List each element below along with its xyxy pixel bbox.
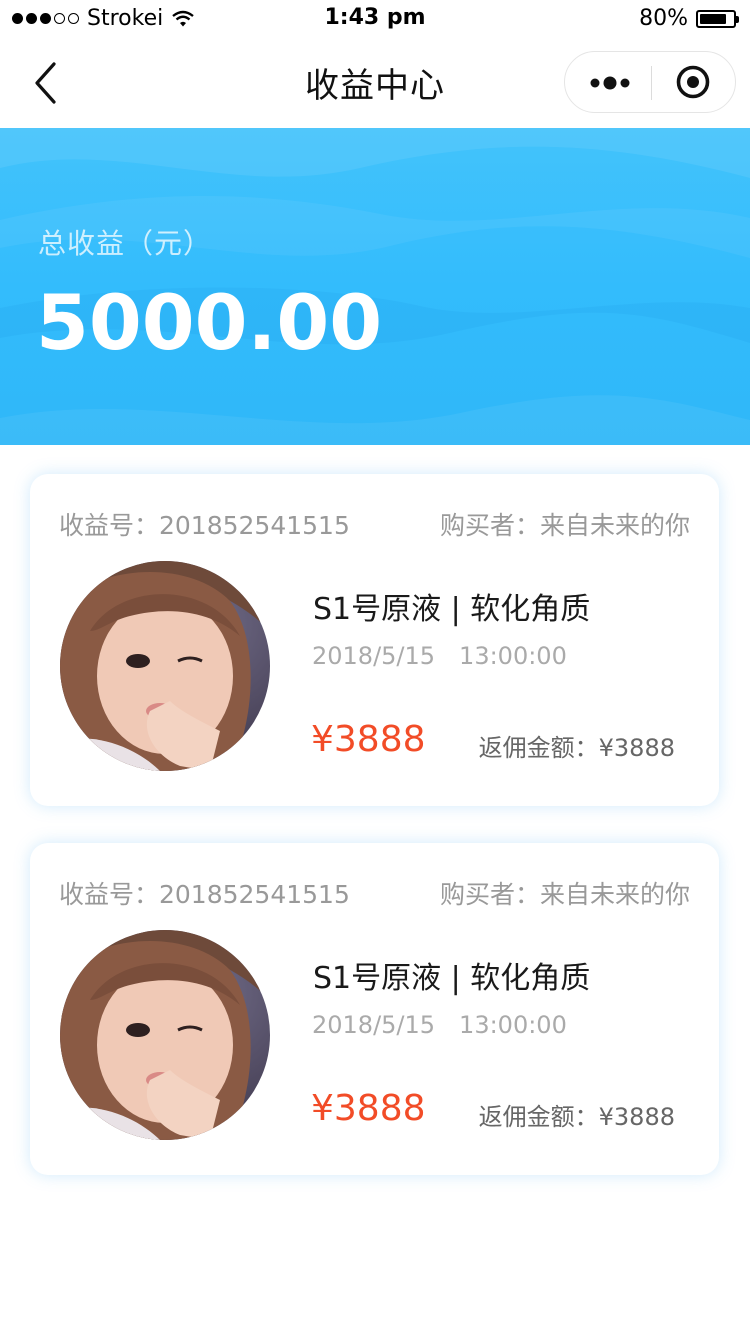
buyer-avatar — [60, 561, 270, 771]
purchase-time: 2018/5/15 13:00:00 — [312, 1011, 567, 1039]
buyer-name: 购买者：来自未来的你 — [439, 511, 690, 540]
earning-number: 收益号：201852541515 — [59, 511, 350, 540]
product-name: S1号原液 | 软化角质 — [313, 592, 591, 627]
rebate-amount: 返佣金额：¥3888 — [478, 734, 675, 762]
total-earnings-amount: 5000.00 — [36, 278, 383, 367]
purchase-time: 2018/5/15 13:00:00 — [312, 642, 567, 670]
capsule-divider — [651, 66, 652, 100]
total-earnings-label: 总收益（元） — [38, 227, 213, 260]
battery-percent: 80% — [639, 6, 688, 31]
earnings-banner: 总收益（元） 5000.00 — [0, 128, 750, 445]
battery-icon — [696, 9, 739, 28]
buyer-avatar — [60, 930, 270, 1140]
status-bar: Strokei 1:43 pm 80% — [0, 0, 750, 40]
product-price: ¥3888 — [311, 719, 426, 760]
status-right: 80% — [639, 6, 739, 31]
nav-bar: 收益中心 — [0, 40, 750, 128]
earning-record-card[interactable]: 收益号：201852541515 购买者：来自未来的你 S1号原液 | 软化角质… — [30, 474, 719, 806]
product-price: ¥3888 — [311, 1088, 426, 1129]
status-time: 1:43 pm — [324, 5, 426, 30]
more-dots-icon[interactable] — [587, 52, 635, 112]
rebate-amount: 返佣金额：¥3888 — [478, 1103, 675, 1131]
earning-number: 收益号：201852541515 — [59, 880, 350, 909]
target-icon[interactable] — [675, 64, 711, 100]
earning-record-card[interactable]: 收益号：201852541515 购买者：来自未来的你 S1号原液 | 软化角质… — [30, 843, 719, 1175]
mini-program-capsule — [564, 51, 736, 113]
buyer-name: 购买者：来自未来的你 — [439, 880, 690, 909]
product-name: S1号原液 | 软化角质 — [313, 961, 591, 996]
